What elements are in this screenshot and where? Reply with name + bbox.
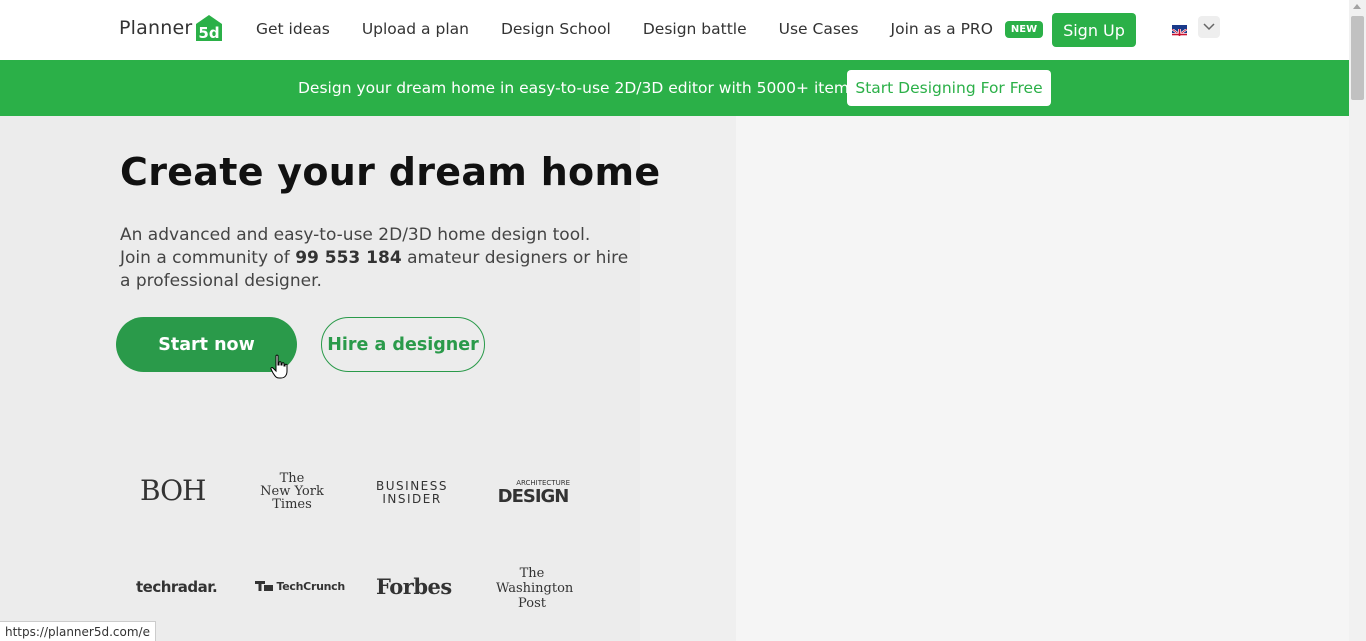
washington-post-logo: The Washington Post: [496, 566, 574, 611]
hand-cursor-icon: [270, 354, 288, 379]
site-header: Planner 5d Get ideas Upload a plan Desig…: [0, 0, 1349, 60]
community-count: 99 553 184: [295, 248, 402, 268]
nyt-logo: The New York Times: [260, 472, 324, 511]
nav-join-pro[interactable]: Join as a PRO: [891, 20, 993, 38]
hero-description: An advanced and easy-to-use 2D/3D home d…: [120, 224, 640, 293]
techcrunch-text: TechCrunch: [276, 580, 346, 593]
nyt-line-3: Times: [272, 497, 312, 512]
ad-main: DESIGN: [497, 486, 570, 507]
scrollbar-thumb[interactable]: [1351, 16, 1364, 100]
language-selector[interactable]: [1172, 16, 1222, 38]
hero-divider-panel: [640, 116, 736, 641]
wp-line-3: Post: [518, 596, 546, 611]
business-insider-logo: BUSINESS INSIDER: [374, 480, 450, 506]
main-nav: Get ideas Upload a plan Design School De…: [256, 20, 1044, 38]
techcrunch-logo: TechCrunch: [255, 580, 345, 593]
svg-text:5d: 5d: [199, 24, 220, 42]
banner-text: Design your dream home in easy-to-use 2D…: [298, 79, 858, 97]
architectural-digest-logo: ARCHITECTURE DESIGN: [496, 480, 570, 508]
nav-use-cases[interactable]: Use Cases: [779, 20, 859, 38]
start-designing-button[interactable]: Start Designing For Free: [847, 70, 1051, 106]
techcrunch-mark-icon: [255, 581, 273, 591]
hero-left-panel: [0, 116, 640, 641]
hire-designer-button[interactable]: Hire a designer: [321, 317, 485, 372]
forbes-logo: Forbes: [376, 574, 452, 599]
nav-design-battle[interactable]: Design battle: [643, 20, 747, 38]
planner5d-logo[interactable]: Planner 5d: [119, 12, 224, 44]
desc-line-1: An advanced and easy-to-use 2D/3D home d…: [120, 225, 591, 245]
promo-banner: Design your dream home in easy-to-use 2D…: [0, 60, 1349, 116]
sign-up-button[interactable]: Sign Up: [1052, 13, 1136, 47]
browser-status-url: https://planner5d.com/e: [0, 621, 156, 641]
nav-upload-plan[interactable]: Upload a plan: [362, 20, 469, 38]
new-badge: NEW: [1004, 20, 1044, 38]
nav-get-ideas[interactable]: Get ideas: [256, 20, 330, 38]
hero-image-area: [736, 116, 1349, 641]
hero-title: Create your dream home: [120, 150, 661, 194]
bi-line-2: INSIDER: [382, 492, 442, 506]
techradar-logo: techradar.: [136, 578, 218, 596]
chevron-down-icon[interactable]: [1198, 16, 1220, 38]
logo-house-icon: 5d: [194, 13, 224, 43]
scroll-up-arrow-icon[interactable]: [1353, 4, 1361, 9]
nav-design-school[interactable]: Design School: [501, 20, 611, 38]
page-scrollbar[interactable]: [1349, 0, 1366, 641]
boh-logo: BOH: [140, 474, 206, 507]
uk-flag-icon: [1172, 24, 1187, 36]
desc-line-2-pre: Join a community of: [120, 248, 296, 268]
logo-text: Planner: [119, 17, 193, 39]
wp-line-1: The: [519, 566, 545, 581]
wp-line-2: Washington: [496, 581, 574, 596]
